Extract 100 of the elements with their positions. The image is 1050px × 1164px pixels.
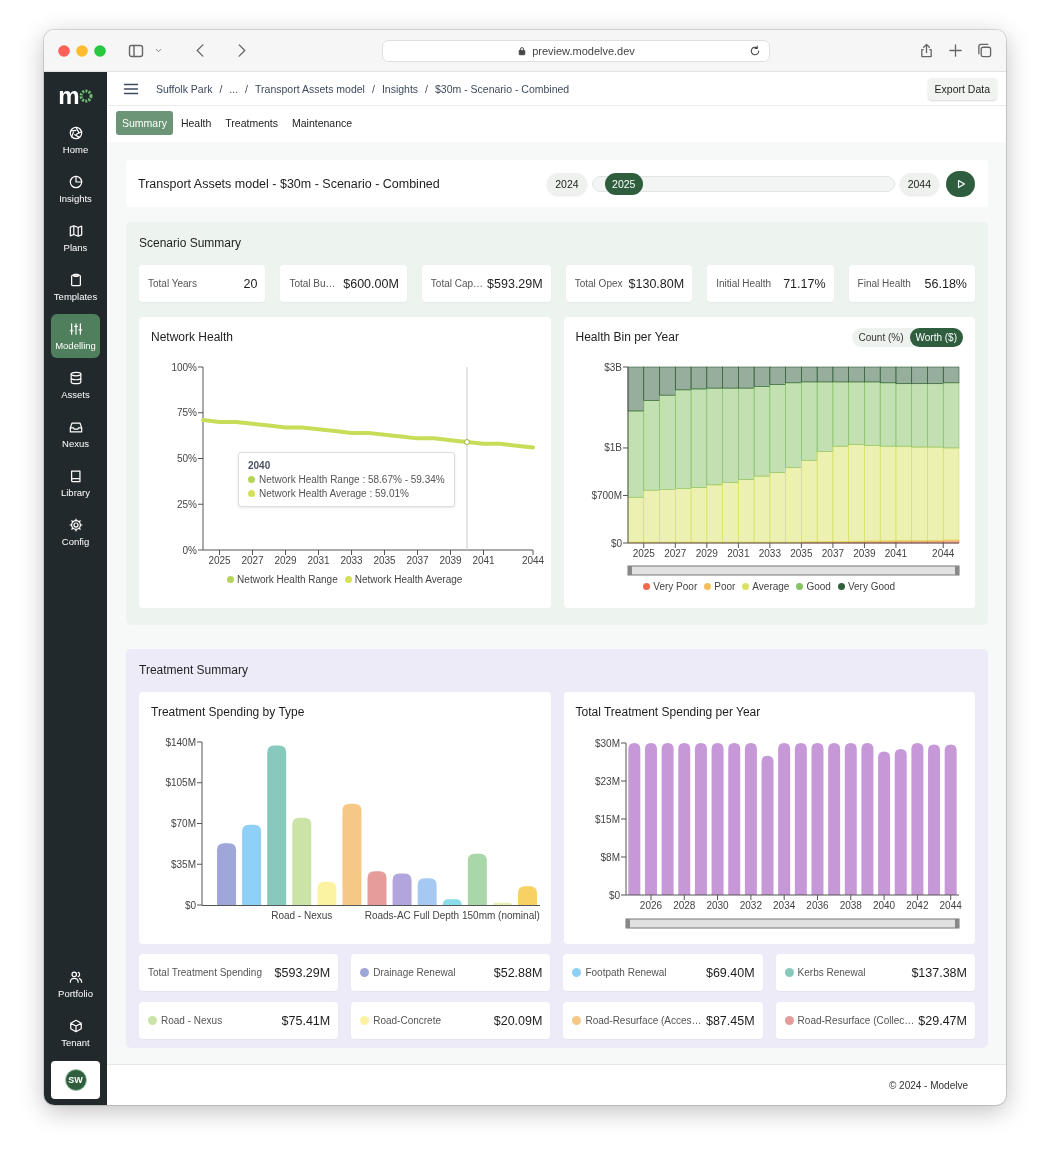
- axis-label: 2035: [373, 555, 396, 566]
- spending-label: Road-Resurface (Collec…: [797, 1015, 915, 1026]
- spending-label: Road - Nexus: [161, 1015, 223, 1026]
- chart-title: Treatment Spending by Type: [151, 705, 305, 719]
- tooltip-title: 2040: [248, 460, 272, 471]
- legend-label: Poor: [714, 581, 736, 592]
- spending-value: $29.47M: [918, 1013, 967, 1028]
- chart-title: Network Health: [151, 330, 234, 344]
- axis-label: 2027: [241, 555, 264, 566]
- axis-label: Road - Nexus: [271, 910, 333, 921]
- spending-label: Drainage Renewal: [373, 967, 456, 978]
- section-title: Treatment Summary: [139, 662, 249, 679]
- axis-label: 2029: [274, 555, 297, 566]
- axis-label: 2037: [821, 548, 844, 559]
- end-year-label: 2044: [899, 172, 939, 195]
- axis-label: $70M: [171, 818, 196, 829]
- breadcrumb-separator: /: [219, 82, 223, 95]
- axis-label: $0: [608, 889, 620, 901]
- spending-label: Road-Resurface (Acces…: [585, 1015, 702, 1026]
- axis-label: 2044: [939, 900, 962, 911]
- axis-label: $0: [610, 537, 622, 549]
- axis-label: 2031: [726, 548, 749, 559]
- axis-label: 2044: [931, 548, 954, 559]
- stat-label: Total Cap…: [430, 278, 484, 289]
- axis-label: 2031: [307, 555, 330, 566]
- legend-label: Very Good: [847, 581, 896, 592]
- axis-label: 2038: [839, 900, 862, 911]
- spending-value: $20.09M: [493, 1013, 543, 1028]
- spending-value: $593.29M: [274, 965, 331, 980]
- axis-label: $700M: [590, 490, 622, 501]
- axis-label: 2044: [521, 555, 545, 566]
- axis-label: 2033: [758, 548, 781, 559]
- axis-label: 2029: [695, 548, 718, 559]
- axis-label: Roads-AC Full Depth 150mm (nominal): [364, 910, 540, 921]
- axis-label: 75%: [177, 407, 197, 419]
- axis-label: $23M: [594, 775, 620, 787]
- axis-label: 2033: [340, 555, 363, 566]
- stat-value: $130.80M: [628, 276, 685, 291]
- axis-label: 2042: [905, 900, 928, 911]
- spending-label: Footpath Renewal: [585, 967, 667, 978]
- stat-value: 71.17%: [783, 276, 826, 291]
- spending-value: $75.41M: [281, 1013, 331, 1028]
- axis-label: 2035: [789, 548, 812, 559]
- tooltip-text: Network Health Range : 58.67% - 59.34%: [259, 474, 445, 485]
- axis-label: 2025: [632, 548, 655, 559]
- spending-label: Kerbs Renewal: [797, 967, 866, 978]
- axis-label: 25%: [177, 498, 197, 510]
- breadcrumb-separator: /: [245, 82, 249, 95]
- axis-label: $0: [184, 899, 196, 911]
- spending-value: $52.88M: [493, 965, 543, 980]
- axis-label: 2026: [639, 900, 662, 911]
- axis-label: $15M: [594, 813, 620, 825]
- axis-label: $35M: [171, 858, 196, 870]
- stat-label: Initial Health: [716, 278, 772, 289]
- stat-value: 56.18%: [924, 276, 967, 291]
- copyright-text: © 2024 - Modelve: [888, 1079, 968, 1091]
- axis-label: $140M: [165, 736, 196, 748]
- axis-label: 2032: [739, 900, 762, 911]
- axis-label: $3B: [603, 361, 622, 373]
- spending-value: $87.45M: [705, 1013, 755, 1028]
- axis-label: 2037: [406, 555, 429, 566]
- axis-label: 2041: [884, 548, 907, 559]
- stat-label: Final Health: [857, 278, 911, 289]
- stat-value: 20: [243, 276, 258, 291]
- stat-label: Total Years: [148, 278, 197, 289]
- spending-value: $69.40M: [705, 965, 755, 980]
- legend-label: Network Health Average: [354, 574, 463, 585]
- legend-label: Very Poor: [653, 581, 698, 592]
- legend-label: Network Health Range: [237, 574, 338, 585]
- logo-text: m: [58, 84, 79, 108]
- axis-label: 2030: [705, 900, 729, 911]
- axis-label: 2036: [805, 900, 829, 911]
- axis-label: 2040: [872, 900, 895, 911]
- start-year-label: 2024: [547, 172, 587, 195]
- axis-label: 2028: [672, 900, 695, 911]
- axis-label: $105M: [165, 777, 196, 789]
- tooltip-text: Network Health Average : 59.01%: [259, 488, 409, 499]
- axis-label: 100%: [171, 361, 197, 373]
- chart-title: Total Treatment Spending per Year: [575, 705, 761, 719]
- axis-label: $30M: [594, 737, 620, 749]
- axis-label: $8M: [600, 851, 620, 863]
- legend-label: Good: [806, 581, 831, 592]
- axis-label: 2034: [772, 900, 795, 911]
- axis-label: 2025: [208, 555, 231, 566]
- stat-label: Total Opex: [574, 278, 623, 289]
- url-text: preview.modelve.dev: [532, 44, 635, 57]
- stat-label: Total Bu…: [289, 278, 336, 289]
- breadcrumb-separator: /: [371, 82, 375, 95]
- axis-label: 0%: [182, 544, 197, 556]
- scenario-title: Transport Assets model - $30m - Scenario - Combined: [138, 176, 441, 191]
- stat-value: $593.29M: [487, 276, 543, 291]
- stat-value: $600.00M: [343, 276, 399, 291]
- axis-label: 50%: [177, 453, 197, 464]
- axis-label: $1B: [603, 442, 622, 454]
- spending-value: $137.38M: [911, 965, 967, 980]
- chart-title: Health Bin per Year: [575, 330, 679, 344]
- spending-label: Road-Concrete: [373, 1015, 441, 1026]
- axis-label: 2039: [852, 548, 876, 559]
- axis-label: 2039: [439, 555, 462, 566]
- legend-label: Average: [752, 581, 790, 592]
